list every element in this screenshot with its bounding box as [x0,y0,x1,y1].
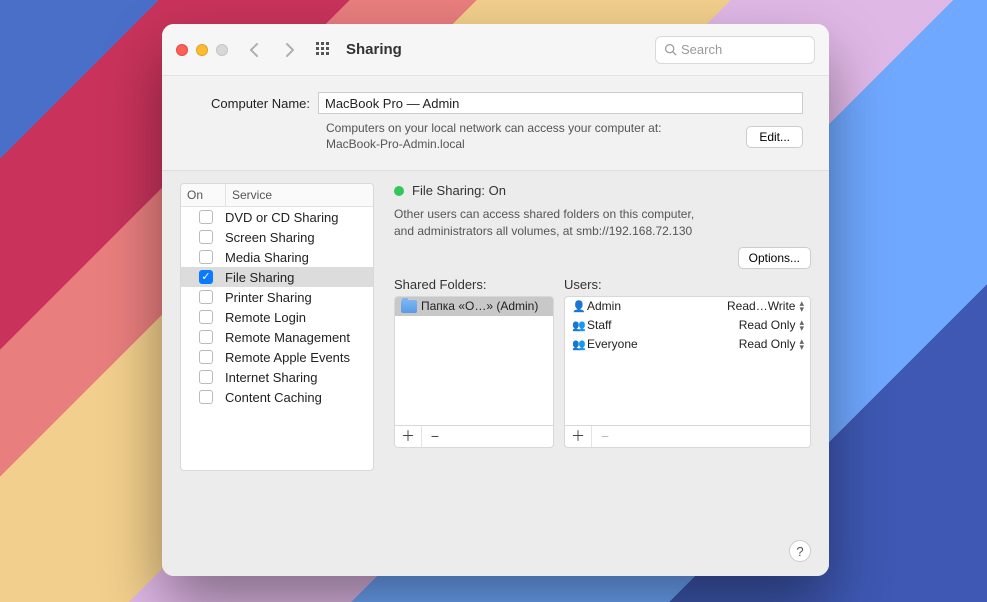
service-checkbox[interactable] [199,290,213,304]
sharing-preferences-window: Sharing Search Computer Name: MacBook Pr… [162,24,829,576]
service-row[interactable]: Media Sharing [181,247,373,267]
search-placeholder: Search [681,42,722,57]
service-checkbox[interactable] [199,390,213,404]
service-row[interactable]: Remote Apple Events [181,347,373,367]
service-row[interactable]: Internet Sharing [181,367,373,387]
user-name: Everyone [587,337,638,351]
shared-folder-item[interactable]: Папка «O…» (Admin) [395,297,553,316]
people-icon [571,318,587,332]
remove-folder-button[interactable]: − [422,426,448,447]
users-list[interactable]: AdminRead…Write▴▾StaffRead Only▴▾Everyon… [564,296,811,426]
folders-add-remove: ＋ − [394,426,554,448]
computer-name-hint: Computers on your local network can acce… [326,120,706,152]
search-input[interactable]: Search [655,36,815,64]
group-icon [571,337,587,351]
status-title: File Sharing: On [412,183,506,198]
nav-arrows [246,42,298,58]
service-checkbox[interactable] [199,230,213,244]
back-button[interactable] [246,42,262,58]
service-name: Remote Login [225,310,367,325]
service-row[interactable]: Remote Login [181,307,373,327]
folder-name: Папка «O…» (Admin) [421,299,538,313]
service-checkbox[interactable] [199,210,213,224]
chevron-updown-icon: ▴▾ [799,300,804,313]
service-checkbox[interactable] [199,370,213,384]
service-name: Remote Management [225,330,367,345]
service-row[interactable]: Remote Management [181,327,373,347]
service-row[interactable]: DVD or CD Sharing [181,207,373,227]
add-user-button[interactable]: ＋ [565,426,591,447]
person-icon [571,299,587,313]
status-indicator-icon [394,186,404,196]
show-all-icon[interactable] [316,42,332,58]
services-header-on[interactable]: On [181,184,226,206]
service-checkbox[interactable] [199,350,213,364]
service-row[interactable]: Content Caching [181,387,373,407]
service-checkbox[interactable] [199,330,213,344]
computer-name-label: Computer Name: [188,96,318,111]
service-checkbox[interactable] [199,250,213,264]
users-add-remove: ＋ − [564,426,811,448]
service-name: Media Sharing [225,250,367,265]
service-name: Content Caching [225,390,367,405]
shared-folders-list[interactable]: Папка «O…» (Admin) [394,296,554,426]
service-name: Screen Sharing [225,230,367,245]
user-item[interactable]: Admin Read…Write▴▾ [565,297,810,316]
chevron-updown-icon: ▴▾ [799,319,804,332]
search-icon [664,43,677,56]
services-list: On Service DVD or CD Sharing Screen Shari… [180,183,374,471]
options-button[interactable]: Options... [738,247,811,269]
zoom-icon [216,44,228,56]
user-name: Admin [587,299,621,313]
permission-select[interactable]: Read Only▴▾ [739,337,804,351]
minimize-icon[interactable] [196,44,208,56]
service-name: File Sharing [225,270,367,285]
permission-select[interactable]: Read…Write▴▾ [727,299,804,313]
service-row[interactable]: Screen Sharing [181,227,373,247]
window-controls [176,44,228,56]
folder-icon [401,300,417,313]
status-description: Other users can access shared folders on… [394,206,811,238]
computer-name-field[interactable]: MacBook Pro — Admin [318,92,803,114]
permission-select[interactable]: Read Only▴▾ [739,318,804,332]
service-row[interactable]: Printer Sharing [181,287,373,307]
service-checkbox[interactable] [199,310,213,324]
service-name: DVD or CD Sharing [225,210,367,225]
services-header-service[interactable]: Service [226,184,373,206]
service-name: Internet Sharing [225,370,367,385]
users-label: Users: [564,277,811,292]
user-item[interactable]: Everyone Read Only▴▾ [565,335,810,354]
user-item[interactable]: Staff Read Only▴▾ [565,316,810,335]
titlebar: Sharing Search [162,24,829,76]
close-icon[interactable] [176,44,188,56]
edit-hostname-button[interactable]: Edit... [746,126,803,148]
window-title: Sharing [346,41,402,58]
service-row[interactable]: File Sharing [181,267,373,287]
remove-user-button: − [592,426,618,447]
user-name: Staff [587,318,611,332]
service-checkbox[interactable] [199,270,213,284]
help-button[interactable]: ? [789,540,811,562]
forward-button[interactable] [282,42,298,58]
service-name: Printer Sharing [225,290,367,305]
service-name: Remote Apple Events [225,350,367,365]
add-folder-button[interactable]: ＋ [395,426,421,447]
chevron-updown-icon: ▴▾ [799,338,804,351]
shared-folders-label: Shared Folders: [394,277,554,292]
